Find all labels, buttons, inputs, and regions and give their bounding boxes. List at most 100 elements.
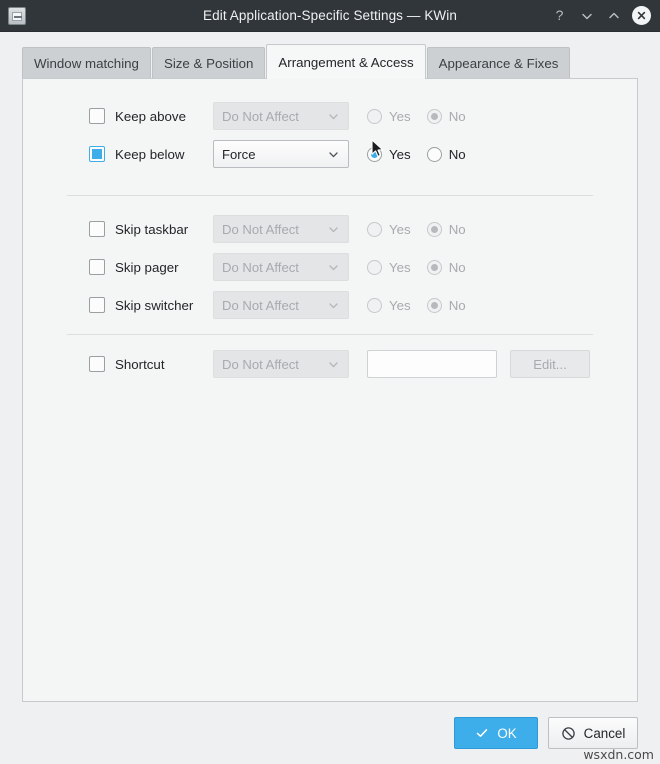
skip-pager-label: Skip pager <box>115 259 179 275</box>
skip-pager-checkbox-cell[interactable]: Skip pager <box>23 259 213 275</box>
radio-label: No <box>448 146 466 162</box>
shortcut-label: Shortcut <box>115 356 165 372</box>
skip-switcher-combo[interactable]: Do Not Affect <box>213 291 349 319</box>
table-row: Skip taskbar Do Not Affect Yes No <box>23 210 637 248</box>
skip-pager-radio-yes[interactable]: Yes <box>367 259 411 275</box>
skip-pager-checkbox[interactable] <box>89 259 105 275</box>
keep-above-label: Keep above <box>115 108 186 124</box>
skip-switcher-checkbox-cell[interactable]: Skip switcher <box>23 297 213 313</box>
title-bar: Edit Application-Specific Settings — KWi… <box>0 0 660 32</box>
radio-circle <box>367 221 382 237</box>
maximize-icon[interactable] <box>605 7 622 24</box>
radio-label: Yes <box>389 297 411 313</box>
keep-above-radio-no[interactable]: No <box>426 108 466 124</box>
radio-label: No <box>448 297 466 313</box>
table-row: Skip pager Do Not Affect Yes No <box>23 248 637 286</box>
skip-pager-radio-no[interactable]: No <box>426 259 466 275</box>
minimize-icon[interactable] <box>578 7 595 24</box>
cancel-button-label: Cancel <box>583 725 626 741</box>
help-icon[interactable]: ? <box>551 7 568 24</box>
window-controls: ? <box>551 6 660 25</box>
skip-taskbar-radio-no[interactable]: No <box>426 221 466 237</box>
keep-above-radio-yes[interactable]: Yes <box>367 108 411 124</box>
radio-label: Yes <box>389 221 411 237</box>
keep-below-combo-value: Force <box>222 146 256 162</box>
shortcut-input[interactable] <box>367 350 497 378</box>
dialog-window: Edit Application-Specific Settings — KWi… <box>0 0 660 764</box>
tab-size-position[interactable]: Size & Position <box>151 47 266 79</box>
chevron-down-icon <box>327 261 340 274</box>
dialog-button-bar: OK Cancel <box>0 702 660 764</box>
watermark: wsxdn.com <box>583 747 654 762</box>
radio-label: No <box>448 259 466 275</box>
radio-label: Yes <box>389 108 411 124</box>
table-row: Keep below Force Yes No <box>23 135 637 173</box>
skip-pager-combo-value: Do Not Affect <box>222 259 299 275</box>
keep-above-radio-group: Yes No <box>367 108 466 124</box>
shortcut-checkbox-cell[interactable]: Shortcut <box>23 356 213 372</box>
shortcut-checkbox[interactable] <box>89 356 105 372</box>
skip-switcher-radio-yes[interactable]: Yes <box>367 297 411 313</box>
shortcut-combo-value: Do Not Affect <box>222 356 299 372</box>
skip-switcher-radio-group: Yes No <box>367 297 466 313</box>
chevron-down-icon <box>327 358 340 371</box>
skip-taskbar-checkbox-cell[interactable]: Skip taskbar <box>23 221 213 237</box>
ok-button-label: OK <box>497 725 517 741</box>
keep-below-radio-group: Yes No <box>367 146 466 162</box>
skip-switcher-label: Skip switcher <box>115 297 194 313</box>
radio-circle <box>367 108 382 124</box>
radio-circle <box>367 297 382 313</box>
skip-taskbar-radio-group: Yes No <box>367 221 466 237</box>
skip-taskbar-combo-value: Do Not Affect <box>222 221 299 237</box>
keep-below-radio-yes[interactable]: Yes <box>367 146 411 162</box>
cancel-button[interactable]: Cancel <box>548 717 638 749</box>
check-icon <box>475 726 489 740</box>
keep-above-checkbox[interactable] <box>89 108 105 124</box>
tab-appearance-fixes[interactable]: Appearance & Fixes <box>426 47 571 79</box>
tab-arrangement-access[interactable]: Arrangement & Access <box>266 44 426 79</box>
keep-below-combo[interactable]: Force <box>213 140 349 168</box>
keep-below-radio-no[interactable]: No <box>426 146 466 162</box>
radio-label: Yes <box>389 146 411 162</box>
window-app-icon <box>8 6 26 25</box>
chevron-down-icon <box>327 223 340 236</box>
radio-circle <box>426 146 442 162</box>
radio-circle <box>426 297 442 313</box>
keep-above-combo-value: Do Not Affect <box>222 108 299 124</box>
shortcut-combo[interactable]: Do Not Affect <box>213 350 349 378</box>
keep-above-combo[interactable]: Do Not Affect <box>213 102 349 130</box>
tab-panel: Keep above Do Not Affect Yes No Keep bel… <box>22 78 638 702</box>
skip-taskbar-checkbox[interactable] <box>89 221 105 237</box>
radio-circle <box>367 259 382 275</box>
keep-below-checkbox-cell[interactable]: Keep below <box>23 146 213 162</box>
table-row: Keep above Do Not Affect Yes No <box>23 97 637 135</box>
skip-pager-radio-group: Yes No <box>367 259 466 275</box>
skip-switcher-radio-no[interactable]: No <box>426 297 466 313</box>
table-row: Skip switcher Do Not Affect Yes No <box>23 286 637 324</box>
skip-taskbar-combo[interactable]: Do Not Affect <box>213 215 349 243</box>
skip-taskbar-label: Skip taskbar <box>115 221 189 237</box>
chevron-down-icon <box>327 299 340 312</box>
radio-label: No <box>448 108 466 124</box>
radio-circle <box>426 259 442 275</box>
radio-label: No <box>448 221 466 237</box>
keep-above-checkbox-cell[interactable]: Keep above <box>23 108 213 124</box>
keep-below-checkbox[interactable] <box>89 146 105 162</box>
svg-text:?: ? <box>556 8 564 23</box>
keep-below-label: Keep below <box>115 146 185 162</box>
skip-switcher-checkbox[interactable] <box>89 297 105 313</box>
skip-switcher-combo-value: Do Not Affect <box>222 297 299 313</box>
tab-window-matching[interactable]: Window matching <box>22 47 151 79</box>
chevron-down-icon <box>327 148 340 161</box>
radio-label: Yes <box>389 259 411 275</box>
shortcut-edit-button[interactable]: Edit... <box>510 350 590 378</box>
close-icon[interactable] <box>632 6 651 25</box>
ok-button[interactable]: OK <box>454 717 538 749</box>
radio-circle <box>367 146 382 162</box>
skip-taskbar-radio-yes[interactable]: Yes <box>367 221 411 237</box>
skip-pager-combo[interactable]: Do Not Affect <box>213 253 349 281</box>
